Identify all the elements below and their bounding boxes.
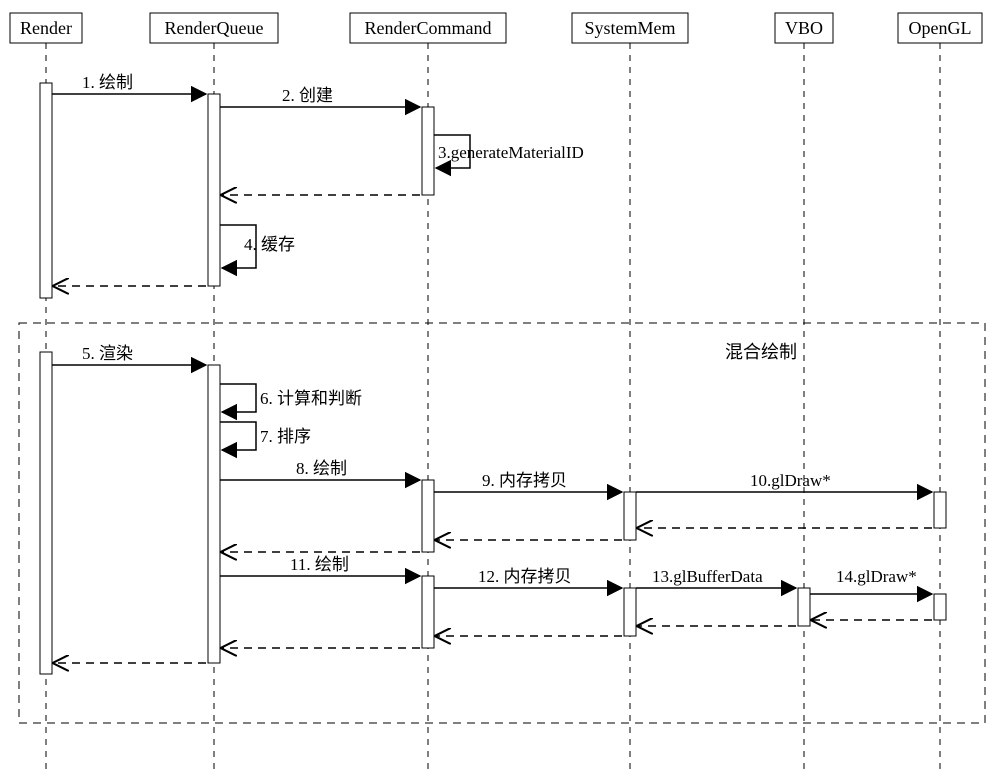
activation-bar [798, 588, 810, 626]
activation-bar [422, 480, 434, 552]
activation-bar [40, 352, 52, 674]
lifeline-systemmem: SystemMem [572, 13, 688, 775]
activation-bar [208, 94, 220, 286]
activation-bar [934, 492, 946, 528]
message-label: 12. 内存拷贝 [478, 567, 572, 586]
lifeline-label: RenderQueue [165, 18, 264, 38]
lifeline-vbo: VBO [775, 13, 833, 775]
activation-bar [422, 107, 434, 195]
self-message-arrow [220, 422, 256, 450]
message-label: 10.glDraw* [750, 471, 831, 490]
message-label: 9. 内存拷贝 [482, 471, 567, 490]
message-label: 7. 排序 [260, 427, 311, 446]
activation-bar [934, 594, 946, 620]
activation-bar [40, 83, 52, 298]
self-message-arrow [220, 384, 256, 412]
message-label: 8. 绘制 [296, 459, 347, 478]
message-label: 14.glDraw* [836, 567, 917, 586]
message-label: 11. 绘制 [290, 555, 349, 574]
lifeline-label: OpenGL [909, 18, 972, 38]
message-label: 5. 渲染 [82, 344, 133, 363]
message-label: 3.generateMaterialID [438, 143, 584, 162]
message-label: 13.glBufferData [652, 567, 763, 586]
lifeline-opengl: OpenGL [898, 13, 982, 775]
activation-bar [208, 365, 220, 663]
sequence-diagram: Render RenderQueue RenderCommand SystemM… [0, 0, 1000, 782]
lifeline-label: VBO [785, 18, 823, 38]
activation-bar [624, 588, 636, 636]
activation-bar [422, 576, 434, 648]
activation-bar [624, 492, 636, 540]
message-label: 1. 绘制 [82, 73, 133, 92]
fragment-label: 混合绘制 [725, 342, 797, 362]
message-label: 6. 计算和判断 [260, 389, 362, 408]
message-label: 2. 创建 [282, 86, 333, 105]
message-label: 4. 缓存 [244, 235, 295, 254]
lifeline-label: SystemMem [584, 18, 675, 38]
lifeline-label: RenderCommand [365, 18, 492, 38]
lifeline-label: Render [20, 18, 72, 38]
